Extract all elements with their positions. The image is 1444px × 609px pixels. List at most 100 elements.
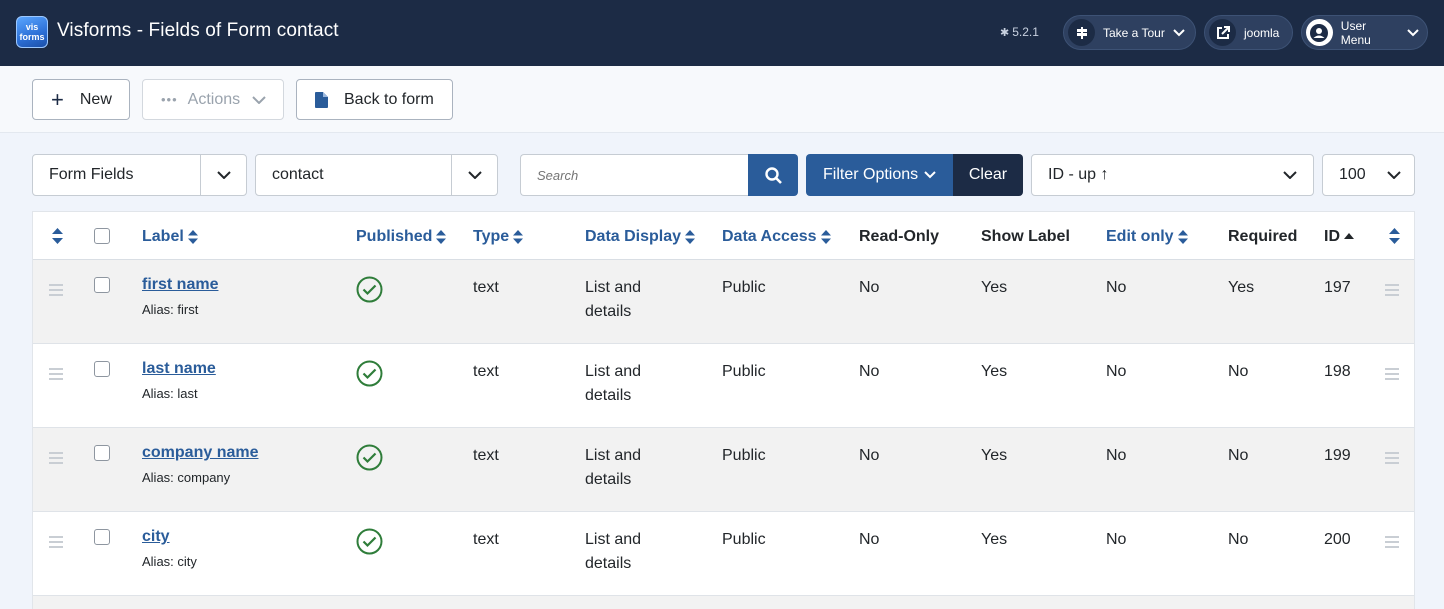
- column-data-display-text: Data Display: [585, 228, 682, 245]
- plus-icon: +: [51, 86, 64, 112]
- published-check-icon[interactable]: [356, 444, 383, 476]
- field-show-label: Yes: [981, 279, 1008, 296]
- row-checkbox[interactable]: [94, 445, 110, 461]
- new-label: New: [79, 90, 112, 108]
- ordering-select[interactable]: ID - up ↑: [1031, 154, 1314, 196]
- list-limit-value: 100: [1339, 166, 1366, 183]
- field-data-display: List and details: [585, 276, 641, 324]
- field-edit-only: No: [1106, 447, 1127, 464]
- published-check-icon[interactable]: [356, 528, 383, 560]
- column-type-text: Type: [473, 228, 510, 245]
- field-edit-only: No: [1106, 363, 1127, 380]
- field-data-display: List and details: [585, 444, 641, 492]
- row-checkbox[interactable]: [94, 529, 110, 545]
- drag-handle-icon[interactable]: [1385, 536, 1399, 551]
- field-id: 200: [1324, 531, 1351, 548]
- data-display-line-1: List and: [585, 531, 642, 548]
- signpost-icon: [1068, 19, 1095, 46]
- field-label-link[interactable]: company name: [142, 444, 258, 462]
- field-required: No: [1228, 363, 1249, 380]
- drag-handle-icon[interactable]: [49, 536, 63, 551]
- file-icon: [315, 91, 328, 108]
- field-data-access: Public: [722, 531, 766, 548]
- drag-handle-icon[interactable]: [1385, 284, 1399, 299]
- user-menu-button[interactable]: User Menu: [1301, 15, 1428, 50]
- joomla-icon: ✱: [1000, 27, 1010, 39]
- sort-icon: [820, 230, 831, 244]
- view-site-button[interactable]: joomla: [1204, 15, 1293, 50]
- field-id: 197: [1324, 279, 1351, 296]
- column-published[interactable]: Published: [356, 228, 447, 246]
- column-id-text: ID: [1324, 228, 1340, 245]
- user-icon: [1306, 19, 1333, 46]
- data-display-line-2: details: [585, 303, 632, 320]
- table-row: city Alias: city text List and details Pu…: [33, 512, 1414, 596]
- column-id[interactable]: ID: [1324, 228, 1354, 246]
- column-data-access[interactable]: Data Access: [722, 228, 831, 246]
- chevron-down-icon: [200, 155, 246, 195]
- published-check-icon[interactable]: [356, 360, 383, 392]
- field-data-access: Public: [722, 363, 766, 380]
- field-read-only: No: [859, 279, 880, 296]
- row-checkbox[interactable]: [94, 361, 110, 377]
- version-text: 5.2.1: [1012, 25, 1039, 39]
- sort-icon: [513, 230, 524, 244]
- field-required: No: [1228, 447, 1249, 464]
- version-badge: ✱ 5.2.1: [1000, 25, 1039, 39]
- table-row: last name Alias: last text List and detai…: [33, 344, 1414, 428]
- published-check-icon[interactable]: [356, 276, 383, 308]
- app-header: vis forms Visforms - Fields of Form cont…: [0, 0, 1444, 66]
- drag-handle-icon[interactable]: [49, 284, 63, 299]
- column-label-text: Label: [142, 228, 184, 245]
- field-label-link[interactable]: first name: [142, 276, 218, 294]
- form-fields-value: Form Fields: [49, 166, 134, 183]
- clear-button[interactable]: Clear: [953, 154, 1023, 196]
- back-to-form-button[interactable]: Back to form: [296, 79, 453, 120]
- field-alias: Alias: company: [142, 470, 231, 485]
- drag-handle-icon[interactable]: [49, 368, 63, 383]
- field-label-link[interactable]: city: [142, 528, 170, 546]
- column-published-text: Published: [356, 228, 433, 245]
- actions-button[interactable]: ••• Actions: [142, 79, 284, 120]
- sort-icon[interactable]: [1389, 228, 1400, 244]
- ellipsis-icon: •••: [161, 92, 178, 107]
- chevron-down-icon: [1407, 26, 1419, 40]
- sort-asc-icon: [1344, 233, 1354, 241]
- field-label-link[interactable]: last name: [142, 360, 216, 378]
- list-limit-select[interactable]: 100: [1322, 154, 1415, 196]
- row-checkbox[interactable]: [94, 277, 110, 293]
- form-select[interactable]: contact: [255, 154, 498, 196]
- chevron-down-icon: [924, 166, 936, 184]
- column-read-only: Read-Only: [859, 228, 940, 245]
- select-all-checkbox[interactable]: [94, 228, 110, 244]
- chevron-down-icon: [252, 91, 266, 109]
- field-alias: Alias: first: [142, 302, 199, 317]
- new-button[interactable]: + New: [32, 79, 130, 120]
- field-show-label: Yes: [981, 447, 1008, 464]
- form-fields-select[interactable]: Form Fields: [32, 154, 247, 196]
- column-edit-only[interactable]: Edit only: [1106, 228, 1188, 246]
- column-type[interactable]: Type: [473, 228, 524, 246]
- data-display-line-1: List and: [585, 447, 642, 464]
- field-id: 199: [1324, 447, 1351, 464]
- column-data-display[interactable]: Data Display: [585, 228, 696, 246]
- chevron-down-icon: [1173, 26, 1185, 40]
- column-label[interactable]: Label: [142, 228, 198, 246]
- external-link-icon: [1209, 19, 1236, 46]
- filter-options-button[interactable]: Filter Options: [806, 154, 954, 196]
- drag-handle-icon[interactable]: [1385, 452, 1399, 467]
- form-select-value: contact: [272, 166, 324, 183]
- field-edit-only: No: [1106, 531, 1127, 548]
- drag-handle-icon[interactable]: [1385, 368, 1399, 383]
- chevron-down-icon: [1267, 155, 1313, 195]
- field-type: text: [473, 447, 499, 464]
- take-a-tour-button[interactable]: Take a Tour: [1063, 15, 1196, 50]
- drag-handle-icon[interactable]: [49, 452, 63, 467]
- search-input[interactable]: [520, 154, 749, 196]
- field-edit-only: No: [1106, 279, 1127, 296]
- ordering-value: ID - up ↑: [1048, 166, 1109, 183]
- field-alias: Alias: city: [142, 554, 197, 569]
- visforms-logo[interactable]: vis forms: [16, 16, 48, 48]
- ordering-sort-icon[interactable]: [52, 228, 63, 244]
- search-button[interactable]: [748, 154, 798, 196]
